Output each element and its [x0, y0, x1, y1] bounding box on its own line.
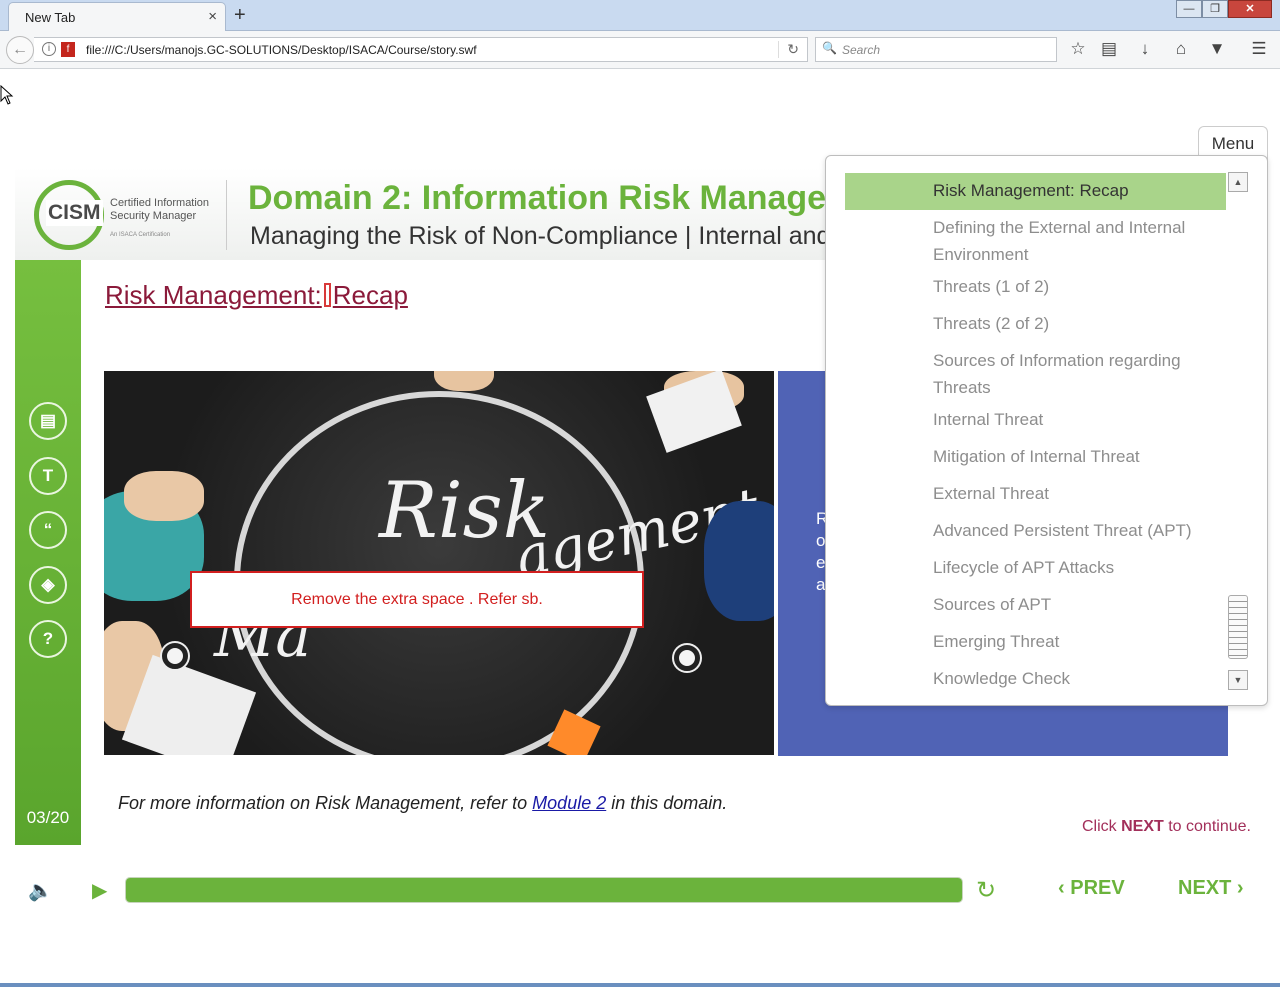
- browser-tab-bar: New Tab × + — ❐ ✕: [0, 0, 1280, 32]
- scroll-thumb[interactable]: [1228, 595, 1248, 659]
- next-button[interactable]: NEXT ›: [1178, 877, 1244, 900]
- continue-suffix: to continue.: [1163, 818, 1251, 835]
- chevron-right-icon: ›: [1236, 877, 1244, 899]
- menu-item[interactable]: Lifecycle of APT Attacks: [845, 550, 1226, 587]
- tab-close-icon[interactable]: ×: [208, 8, 217, 25]
- minimize-icon[interactable]: —: [1176, 0, 1202, 18]
- reading-list-icon[interactable]: ▤: [1098, 39, 1120, 59]
- person-blue-jacket: [704, 501, 774, 621]
- layers-icon[interactable]: ◈: [29, 566, 67, 604]
- continue-prefix: Click: [1082, 818, 1122, 835]
- menu-item[interactable]: Defining the External and Internal Envir…: [845, 210, 1226, 269]
- hamburger-menu-icon[interactable]: ☰: [1248, 39, 1270, 59]
- domain-title: Domain 2: Information Risk Management: [248, 179, 828, 217]
- menu-item[interactable]: Mitigation of Internal Threat: [845, 439, 1226, 476]
- new-tab-button[interactable]: +: [234, 4, 246, 27]
- person-hand-top-center: [434, 371, 494, 391]
- menu-item[interactable]: External Threat: [845, 476, 1226, 513]
- menu-item[interactable]: Sources of Information regarding Threats: [845, 343, 1226, 402]
- play-icon[interactable]: ▶: [92, 878, 107, 903]
- info-icon[interactable]: i: [42, 42, 56, 56]
- browser-tab[interactable]: New Tab ×: [8, 2, 226, 32]
- restore-icon[interactable]: ❐: [1202, 0, 1228, 18]
- menu-scrollbar[interactable]: ▲ ▼: [1228, 172, 1250, 692]
- menu-item[interactable]: Risk Management: Recap: [845, 173, 1226, 210]
- continue-hint: Click NEXT to continue.: [1082, 818, 1251, 836]
- taskbar-edge: [0, 983, 1280, 987]
- notes-icon[interactable]: ▤: [29, 402, 67, 440]
- review-comment: Remove the extra space . Refer sb.: [190, 571, 644, 628]
- url-text[interactable]: file:///C:/Users/manojs.GC-SOLUTIONS/Des…: [86, 43, 477, 57]
- seek-bar-fill: [126, 878, 962, 902]
- download-icon[interactable]: ↓: [1134, 39, 1156, 59]
- menu-item[interactable]: Knowledge Check: [845, 661, 1226, 698]
- footnote: For more information on Risk Management,…: [118, 793, 727, 814]
- text-cursor-marker: [323, 283, 331, 307]
- prev-label: PREV: [1070, 877, 1125, 899]
- logo-acronym: CISM: [46, 200, 103, 226]
- logo-tagline: An ISACA Certification: [110, 232, 171, 238]
- footnote-text: For more information on Risk Management,…: [118, 793, 533, 813]
- help-icon[interactable]: ?: [29, 620, 67, 658]
- coffee-cup-left: [162, 643, 188, 669]
- seek-bar[interactable]: [125, 877, 963, 903]
- coffee-cup-right: [674, 645, 700, 671]
- menu-item[interactable]: Emerging Threat: [845, 624, 1226, 661]
- search-icon: 🔍: [822, 41, 837, 55]
- close-window-icon[interactable]: ✕: [1228, 0, 1272, 18]
- next-label: NEXT: [1178, 877, 1232, 899]
- screen: New Tab × + — ❐ ✕ ← i f file:///C:/Users…: [0, 0, 1280, 987]
- back-arrow-icon[interactable]: ←: [6, 36, 34, 64]
- menu-item[interactable]: Internal Threat: [845, 402, 1226, 439]
- person-hand: [124, 471, 204, 521]
- flash-plugin-icon[interactable]: f: [61, 42, 75, 57]
- quote-icon[interactable]: “: [29, 511, 67, 549]
- bookmark-star-icon[interactable]: ☆: [1067, 39, 1089, 59]
- menu-item[interactable]: Advanced Persistent Threat (APT): [845, 513, 1226, 550]
- footnote-text-end: in this domain.: [606, 793, 728, 813]
- menu-item[interactable]: Sources of APT: [845, 587, 1226, 624]
- course-sidebar: ▤ T “ ◈ ? 03/20: [15, 260, 81, 845]
- logo-name: Certified Information Security Manager: [110, 197, 210, 222]
- page-counter: 03/20: [26, 808, 70, 827]
- slide-title-part2: Recap: [332, 280, 408, 310]
- search-placeholder: Search: [842, 43, 881, 57]
- domain-subtitle: Managing the Risk of Non-Compliance | In…: [250, 222, 828, 250]
- url-bar[interactable]: i f file:///C:/Users/manojs.GC-SOLUTIONS…: [34, 37, 808, 62]
- menu-item[interactable]: Threats (1 of 2): [845, 269, 1226, 306]
- prev-button[interactable]: ‹ PREV: [1058, 877, 1125, 900]
- scroll-down-icon[interactable]: ▼: [1228, 670, 1248, 690]
- reload-icon[interactable]: ↻: [778, 41, 799, 58]
- tab-title: New Tab: [25, 10, 76, 25]
- volume-icon[interactable]: 🔈: [28, 878, 53, 903]
- browser-toolbar: ← i f file:///C:/Users/manojs.GC-SOLUTIO…: [0, 31, 1280, 69]
- window-controls: — ❐ ✕: [1176, 0, 1272, 20]
- slide-title-part1: Risk Management:: [105, 280, 322, 310]
- home-icon[interactable]: ⌂: [1170, 39, 1192, 59]
- chevron-left-icon: ‹: [1058, 877, 1065, 899]
- menu-list: Risk Management: Recap Defining the Exter…: [845, 173, 1226, 698]
- transcript-icon[interactable]: T: [29, 457, 67, 495]
- mouse-cursor-icon: [0, 85, 14, 105]
- menu-item[interactable]: Threats (2 of 2): [845, 306, 1226, 343]
- pocket-icon[interactable]: ▼: [1206, 39, 1228, 59]
- slide-title: Risk Management: Recap: [105, 280, 408, 311]
- scroll-up-icon[interactable]: ▲: [1228, 172, 1248, 192]
- replay-icon[interactable]: ↻: [976, 876, 996, 905]
- search-input[interactable]: 🔍 Search: [815, 37, 1057, 62]
- continue-next-word: NEXT: [1121, 818, 1164, 835]
- header-divider: [226, 180, 227, 250]
- menu-panel: Risk Management: Recap Defining the Exter…: [825, 155, 1268, 706]
- risk-management-photo: Risk agement Ma: [104, 371, 774, 755]
- module-2-link[interactable]: Module 2: [532, 793, 606, 813]
